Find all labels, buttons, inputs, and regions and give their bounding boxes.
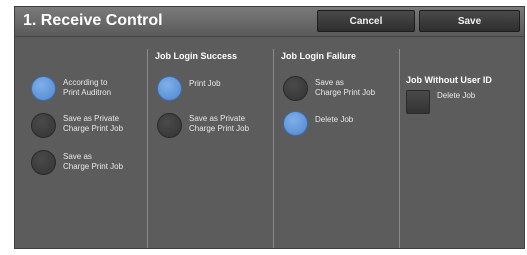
save-button[interactable]: Save bbox=[419, 10, 520, 32]
label-line: According to bbox=[63, 78, 108, 87]
radio-failure-delete-job[interactable] bbox=[283, 111, 308, 136]
checkbox-label: Delete Job bbox=[437, 91, 476, 100]
radio-label: Save as Charge Print Job bbox=[63, 152, 123, 172]
radio-save-as-charge-print-job[interactable] bbox=[31, 150, 56, 175]
receive-control-panel: 1. Receive Control Cancel Save According… bbox=[14, 6, 525, 249]
label-line: Charge Print Job bbox=[189, 124, 250, 133]
radio-label: Save as Charge Print Job bbox=[315, 78, 375, 98]
radio-according-to-print-auditron[interactable] bbox=[31, 76, 56, 101]
radio-label: Delete Job bbox=[315, 115, 353, 125]
job-without-user-id-heading: Job Without User ID bbox=[406, 75, 492, 85]
job-login-failure-heading: Job Login Failure bbox=[281, 51, 357, 61]
column-divider bbox=[147, 49, 148, 248]
radio-success-save-as-private-charge-print-job[interactable] bbox=[157, 113, 182, 138]
label-line: Save as bbox=[315, 78, 344, 87]
radio-save-as-private-charge-print-job[interactable] bbox=[31, 113, 56, 138]
delete-job-checkbox[interactable] bbox=[406, 90, 430, 114]
radio-failure-save-as-charge-print-job[interactable] bbox=[283, 76, 308, 101]
label-line: Save as Private bbox=[63, 114, 120, 123]
label-line: Save as bbox=[63, 152, 92, 161]
label-line: Charge Print Job bbox=[63, 162, 124, 171]
column-divider bbox=[399, 49, 400, 248]
label-line: Print Job bbox=[189, 79, 221, 88]
radio-success-print-job[interactable] bbox=[157, 76, 182, 101]
label-line: Charge Print Job bbox=[63, 124, 124, 133]
job-login-success-heading: Job Login Success bbox=[155, 51, 238, 61]
label-line: Save as Private bbox=[189, 114, 246, 123]
radio-label: Print Job bbox=[189, 79, 221, 89]
label-line: Print Auditron bbox=[63, 88, 112, 97]
label-line: Delete Job bbox=[315, 115, 354, 124]
cancel-button[interactable]: Cancel bbox=[317, 10, 415, 32]
radio-label: According to Print Auditron bbox=[63, 78, 111, 98]
radio-label: Save as Private Charge Print Job bbox=[189, 114, 249, 134]
column-divider bbox=[273, 49, 274, 248]
options-area: According to Print Auditron Save as Priv… bbox=[15, 37, 524, 248]
page-title: 1. Receive Control bbox=[23, 12, 163, 29]
header-bar: 1. Receive Control Cancel Save bbox=[15, 7, 524, 37]
label-line: Charge Print Job bbox=[315, 88, 376, 97]
radio-label: Save as Private Charge Print Job bbox=[63, 114, 123, 134]
